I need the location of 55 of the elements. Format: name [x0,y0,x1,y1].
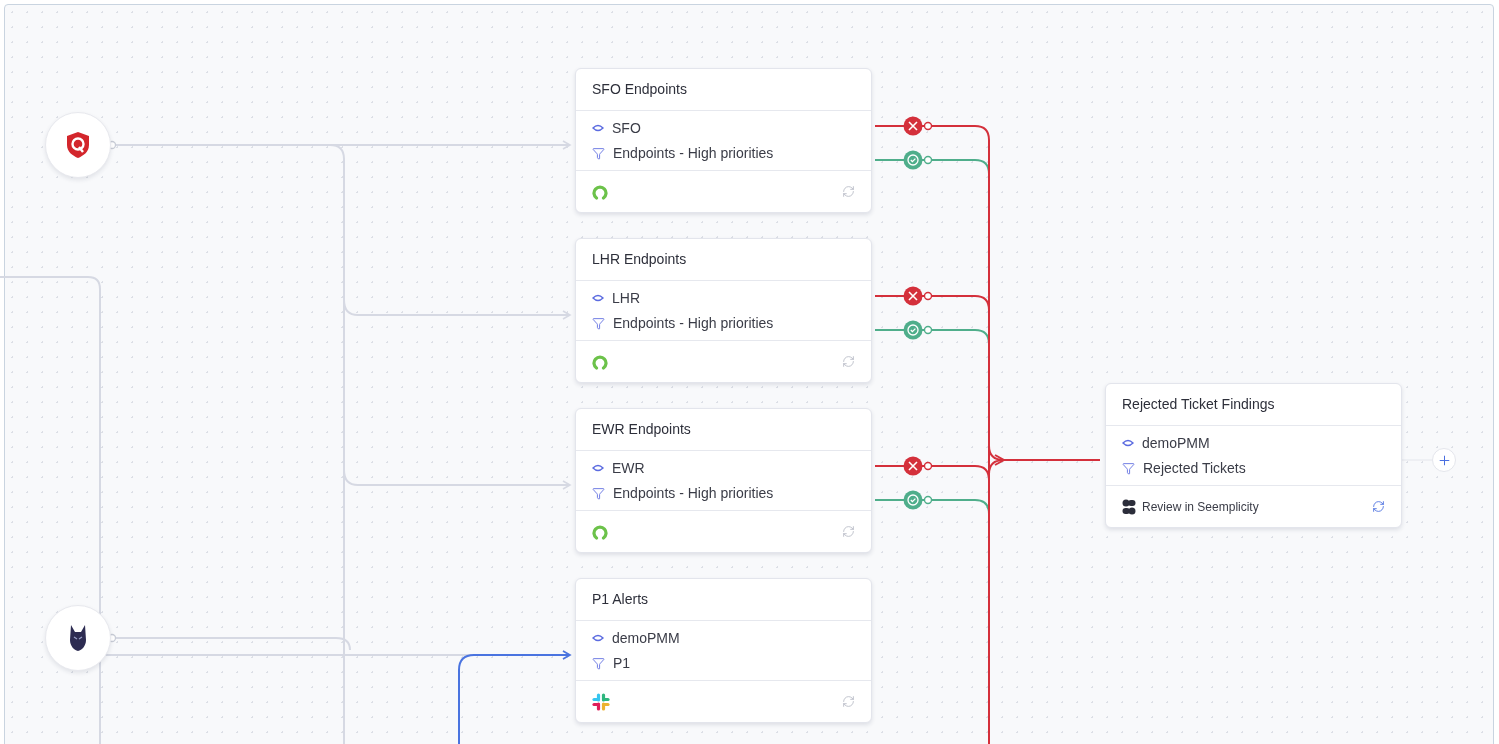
colored-hash-icon [592,692,610,711]
refresh-icon[interactable] [842,355,855,368]
wolf-head-icon [69,624,87,652]
card-title: EWR Endpoints [592,420,691,439]
diamond-icon [592,634,604,642]
filter-icon [1122,461,1135,475]
card-row-text: demoPMM [1142,433,1210,453]
node-card[interactable]: P1 Alerts demoPMM P1 [575,578,872,723]
x-circle-icon [903,116,923,136]
shield-icon [66,131,90,159]
integration-label: Review in Seemplicity [1142,498,1259,516]
diamond-icon [592,294,604,302]
diamond-icon [592,464,604,472]
ring-icon [592,523,608,540]
refresh-icon[interactable] [1372,500,1385,513]
card-row-text: LHR [612,288,640,308]
port-dot[interactable] [923,155,933,165]
node-card[interactable]: EWR Endpoints EWR Endpoints - High priorities [575,408,872,553]
check-circle-icon [903,320,923,340]
refresh-icon[interactable] [842,525,855,538]
card-row-text: P1 [613,653,631,673]
card-row-text: SFO [612,118,641,138]
node-card[interactable]: Rejected Ticket Findings demoPMM Rejected Tickets Review in Seemplicity [1105,383,1402,528]
port-dot[interactable] [923,461,933,471]
plus-icon [1436,452,1452,468]
card-row-text: Rejected Tickets [1143,458,1246,478]
card-title: P1 Alerts [592,590,649,609]
card-row-text: EWR [612,458,645,478]
check-circle-icon [903,490,923,510]
port-dot[interactable] [923,495,933,505]
card-title: SFO Endpoints [592,80,687,99]
refresh-icon[interactable] [842,185,855,198]
filter-icon [592,146,605,160]
node-card[interactable]: SFO Endpoints SFO Endpoints - High priorities [575,68,872,213]
ring-icon [592,353,608,370]
filter-icon [592,486,605,500]
card-row-text: Endpoints - High priorities [613,143,774,163]
blob-logo-icon [1122,498,1136,515]
card-title: Rejected Ticket Findings [1122,395,1275,414]
port-dot[interactable] [923,121,933,131]
refresh-icon[interactable] [842,695,855,708]
card-title: LHR Endpoints [592,250,687,269]
card-row-text: demoPMM [612,628,680,648]
x-circle-icon [903,286,923,306]
filter-icon [592,656,605,670]
card-row-text: Endpoints - High priorities [613,483,774,503]
filter-icon [592,316,605,330]
port-dot[interactable] [923,291,933,301]
node-card[interactable]: LHR Endpoints LHR Endpoints - High priorities [575,238,872,383]
diamond-icon [592,124,604,132]
ring-icon [592,183,608,200]
card-row-text: Endpoints - High priorities [613,313,774,333]
port-dot[interactable] [923,325,933,335]
x-circle-icon [903,456,923,476]
diamond-icon [1122,439,1134,447]
